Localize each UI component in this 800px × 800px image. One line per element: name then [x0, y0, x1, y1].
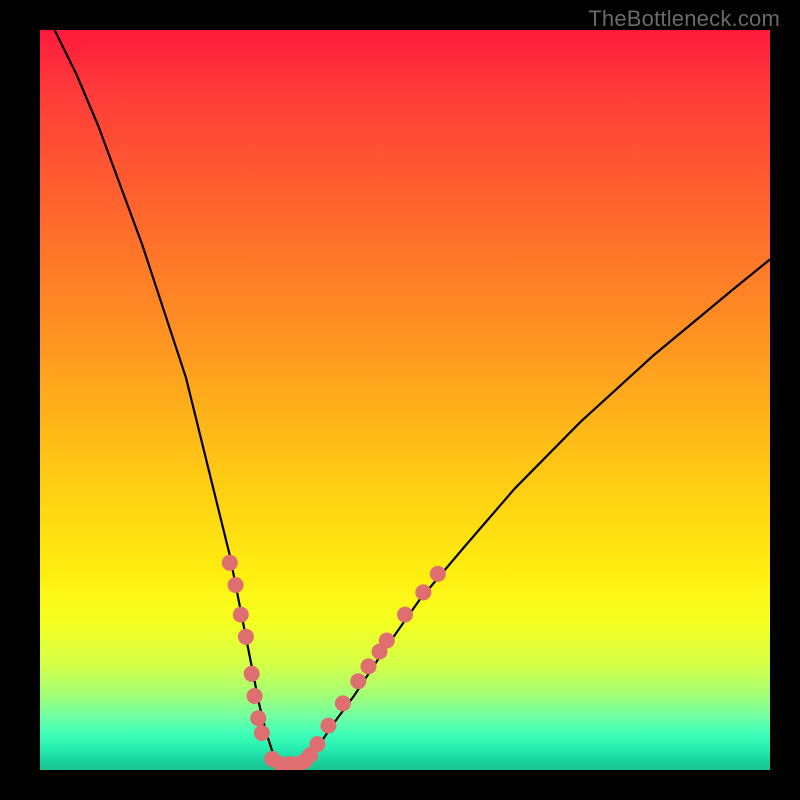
data-marker — [320, 718, 336, 734]
data-marker — [415, 584, 431, 600]
data-marker — [430, 566, 446, 582]
chart-canvas: TheBottleneck.com — [0, 0, 800, 800]
data-marker — [238, 629, 254, 645]
data-marker — [222, 555, 238, 571]
data-marker — [335, 695, 351, 711]
data-marker — [361, 658, 377, 674]
data-marker — [397, 607, 413, 623]
data-marker — [254, 725, 270, 741]
data-marker — [250, 710, 266, 726]
data-marker — [233, 607, 249, 623]
watermark-text: TheBottleneck.com — [588, 6, 780, 32]
data-marker — [247, 688, 263, 704]
data-marker — [350, 673, 366, 689]
data-marker — [309, 736, 325, 752]
data-marker — [244, 666, 260, 682]
chart-svg — [40, 30, 770, 770]
plot-area — [40, 30, 770, 770]
data-marker — [379, 633, 395, 649]
bottleneck-curve — [55, 30, 770, 763]
curve-markers — [222, 555, 446, 770]
data-marker — [228, 577, 244, 593]
